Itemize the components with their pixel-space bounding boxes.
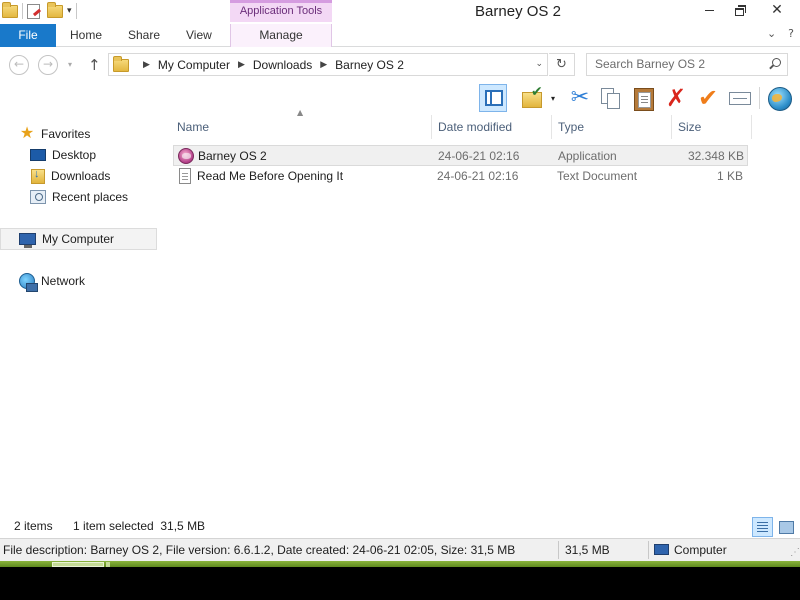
computer-icon bbox=[654, 544, 669, 555]
nav-label: Desktop bbox=[52, 148, 97, 162]
minimize-button[interactable] bbox=[694, 0, 724, 22]
column-header-date-modified[interactable]: Date modified bbox=[432, 115, 552, 139]
tab-share[interactable]: Share bbox=[128, 24, 160, 47]
search-input[interactable]: Search Barney OS 2 bbox=[586, 53, 788, 76]
address-dropdown-icon[interactable]: ⌄ bbox=[535, 58, 543, 69]
tab-manage[interactable]: Manage bbox=[230, 24, 332, 47]
properties-check-icon[interactable]: ✔ bbox=[694, 84, 722, 112]
divider bbox=[648, 541, 649, 559]
navigation-pane: ★ Favorites Desktop Downloads Recent pla… bbox=[0, 115, 157, 515]
file-list: ▲ Name Date modified Type Size Barney OS… bbox=[157, 108, 800, 515]
tab-file[interactable]: File bbox=[0, 24, 56, 47]
divider bbox=[759, 87, 760, 109]
status-location: Computer bbox=[674, 543, 727, 557]
ribbon-right-controls: ⌄ ? bbox=[767, 27, 794, 40]
breadcrumb-separator[interactable]: ▶ bbox=[143, 59, 150, 70]
preview-pane-icon[interactable] bbox=[479, 84, 507, 112]
nav-label: Recent places bbox=[52, 190, 129, 204]
nav-label: My Computer bbox=[42, 232, 115, 246]
breadcrumb-separator[interactable]: ▶ bbox=[320, 59, 327, 70]
recent-places-icon bbox=[30, 190, 46, 204]
back-button[interactable]: ← bbox=[9, 55, 29, 75]
title-bar: ▾ Application Tools Barney OS 2 ✕ bbox=[0, 0, 800, 24]
ribbon-tabs: File Home Share View Manage ⌄ ? bbox=[0, 24, 800, 47]
tab-view[interactable]: View bbox=[186, 24, 212, 47]
resize-grip-icon[interactable]: ⋰ bbox=[790, 547, 800, 558]
nav-label: Favorites bbox=[41, 127, 91, 141]
breadcrumb-barney-os-2[interactable]: Barney OS 2 bbox=[335, 58, 404, 72]
file-size: 1 KB bbox=[716, 169, 743, 183]
table-row[interactable]: Barney OS 2 24-06-21 02:16 Application 3… bbox=[173, 145, 748, 166]
breadcrumb-my-computer[interactable]: My Computer bbox=[158, 58, 230, 72]
file-date-modified: 24-06-21 02:16 bbox=[438, 149, 520, 163]
application-icon bbox=[178, 148, 194, 164]
items-status-bar: 2 items 1 item selected 31,5 MB bbox=[0, 515, 800, 538]
file-size: 32.348 KB bbox=[687, 149, 744, 163]
file-type: Application bbox=[558, 149, 617, 163]
nav-favorites[interactable]: ★ Favorites bbox=[0, 123, 157, 145]
column-header-type[interactable]: Type bbox=[552, 115, 672, 139]
column-header-size[interactable]: Size bbox=[672, 115, 752, 139]
selection-status: 1 item selected 31,5 MB bbox=[73, 519, 206, 533]
restore-button[interactable] bbox=[724, 0, 754, 22]
address-bar[interactable]: ▶ My Computer ▶ Downloads ▶ Barney OS 2 … bbox=[108, 53, 548, 76]
nav-network[interactable]: Network bbox=[0, 270, 157, 292]
file-description: File description: Barney OS 2, File vers… bbox=[3, 543, 516, 557]
help-icon[interactable]: ? bbox=[788, 27, 794, 40]
nav-my-computer[interactable]: My Computer bbox=[0, 228, 157, 250]
window-controls: ✕ bbox=[694, 0, 800, 22]
status-size: 31,5 MB bbox=[565, 543, 610, 557]
refresh-button[interactable]: ↻ bbox=[549, 53, 575, 76]
nav-label: Downloads bbox=[51, 169, 111, 183]
downloads-folder-icon bbox=[31, 168, 45, 184]
paste-icon[interactable] bbox=[630, 84, 658, 112]
star-icon: ★ bbox=[19, 125, 35, 142]
forward-button[interactable]: → bbox=[38, 55, 58, 75]
taskbar bbox=[0, 567, 800, 600]
address-row: ← → ▾ ↑ ▶ My Computer ▶ Downloads ▶ Barn… bbox=[0, 48, 800, 82]
tab-home[interactable]: Home bbox=[70, 24, 102, 47]
divider bbox=[558, 541, 559, 559]
new-folder-dropdown[interactable]: ▾ bbox=[551, 94, 555, 103]
file-date-modified: 24-06-21 02:16 bbox=[437, 169, 519, 183]
window-title: Barney OS 2 bbox=[475, 3, 561, 20]
up-button[interactable]: ↑ bbox=[88, 56, 101, 74]
large-icons-view-icon[interactable] bbox=[776, 517, 797, 537]
cut-icon[interactable]: ✂ bbox=[566, 84, 594, 112]
close-button[interactable]: ✕ bbox=[754, 0, 800, 22]
breadcrumb-downloads[interactable]: Downloads bbox=[253, 58, 312, 72]
search-placeholder: Search Barney OS 2 bbox=[595, 57, 706, 71]
search-icon[interactable] bbox=[772, 58, 781, 67]
column-header-name[interactable]: Name bbox=[171, 115, 432, 139]
web-globe-icon[interactable] bbox=[766, 84, 794, 112]
file-name: Barney OS 2 bbox=[198, 149, 267, 163]
details-status-bar: File description: Barney OS 2, File vers… bbox=[0, 538, 800, 561]
copy-icon[interactable] bbox=[597, 84, 625, 112]
file-name: Read Me Before Opening It bbox=[197, 169, 344, 183]
table-row[interactable]: Read Me Before Opening It 24-06-21 02:16… bbox=[173, 166, 748, 187]
computer-icon bbox=[19, 233, 36, 248]
rename-icon[interactable] bbox=[727, 84, 755, 112]
expand-ribbon-icon[interactable]: ⌄ bbox=[767, 27, 776, 40]
details-view-icon[interactable] bbox=[752, 517, 773, 537]
nav-downloads[interactable]: Downloads bbox=[0, 165, 157, 187]
command-toolbar: ✔ ▾ ✂ ✗ ✔ bbox=[0, 82, 800, 115]
breadcrumb-separator[interactable]: ▶ bbox=[238, 59, 245, 70]
file-type: Text Document bbox=[557, 169, 638, 183]
desktop-icon bbox=[30, 149, 46, 161]
nav-label: Network bbox=[41, 274, 86, 288]
nav-recent-places[interactable]: Recent places bbox=[0, 186, 157, 208]
network-icon bbox=[19, 273, 38, 292]
nav-desktop[interactable]: Desktop bbox=[0, 144, 157, 166]
recent-locations-dropdown[interactable]: ▾ bbox=[68, 60, 72, 69]
delete-icon[interactable]: ✗ bbox=[662, 84, 690, 112]
new-folder-icon[interactable]: ✔ bbox=[519, 84, 547, 112]
text-document-icon bbox=[179, 168, 191, 184]
folder-icon bbox=[113, 55, 131, 72]
item-count: 2 items bbox=[14, 519, 53, 533]
